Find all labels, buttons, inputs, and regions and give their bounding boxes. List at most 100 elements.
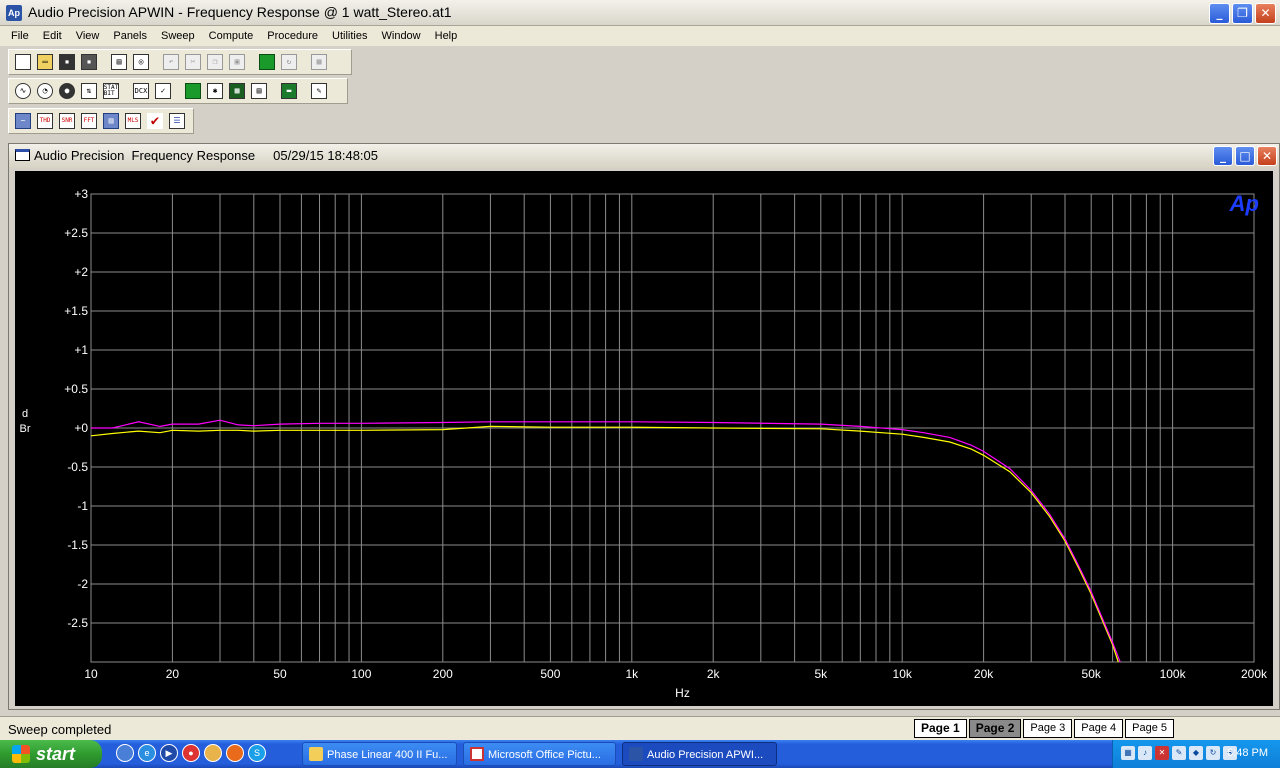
firefox-icon[interactable]: [226, 744, 244, 762]
menu-window[interactable]: Window: [375, 30, 428, 42]
outlook-icon[interactable]: [204, 744, 222, 762]
compute-button[interactable]: ✎: [309, 81, 329, 101]
internet-explorer-icon[interactable]: e: [138, 744, 156, 762]
y-tick-label: +0.5: [64, 382, 88, 396]
menu-help[interactable]: Help: [428, 30, 465, 42]
fft-button[interactable]: FFT: [79, 111, 99, 131]
new-button[interactable]: [13, 52, 33, 72]
copy-icon: ❐: [207, 54, 223, 70]
main-title-bar[interactable]: Ap Audio Precision APWIN - Frequency Res…: [0, 0, 1280, 26]
page-tab-4[interactable]: Page 4: [1074, 719, 1124, 738]
shield-icon[interactable]: ◆: [1189, 746, 1203, 760]
dsp-button[interactable]: ●: [57, 81, 77, 101]
save-button[interactable]: ▪: [57, 52, 77, 72]
copy-button[interactable]: ❐: [205, 52, 225, 72]
show-desktop-icon[interactable]: [116, 744, 134, 762]
start-button[interactable]: start: [0, 740, 102, 768]
graph-button[interactable]: ▩: [227, 81, 247, 101]
bargraph-button[interactable]: ▥: [101, 111, 121, 131]
task-audio-precision[interactable]: Audio Precision APWI...: [622, 742, 777, 766]
menu-compute[interactable]: Compute: [202, 30, 261, 42]
child-close-button[interactable]: ✕: [1257, 146, 1277, 166]
check-button[interactable]: ✔: [145, 111, 165, 131]
x-tick-label: 20: [166, 667, 180, 681]
data-table-button[interactable]: ▤: [249, 81, 269, 101]
page-tab-5[interactable]: Page 5: [1125, 719, 1175, 738]
frequency-response-graph[interactable]: +3 +2.5 +2 +1.5 +1 +0.5 +0 -0.5 -1 -1.5 -2 -2.5 10 20…: [15, 171, 1273, 706]
monitor-button[interactable]: [183, 81, 203, 101]
list-button[interactable]: ☰: [167, 111, 187, 131]
series-line-yellow: [91, 425, 1119, 663]
cut-button[interactable]: ✂: [183, 52, 203, 72]
dcx-button[interactable]: DCX: [131, 81, 151, 101]
generator-button[interactable]: ∿: [13, 81, 33, 101]
menu-edit[interactable]: Edit: [36, 30, 69, 42]
task-label: Microsoft Office Pictu...: [488, 749, 601, 761]
undo-button[interactable]: ↶: [161, 52, 181, 72]
sweep-button[interactable]: ✱: [205, 81, 225, 101]
menu-view[interactable]: View: [69, 30, 107, 42]
print-icon: ▤: [111, 54, 127, 70]
load-button[interactable]: ▬: [279, 81, 299, 101]
page-tab-1[interactable]: Page 1: [914, 719, 967, 738]
update-icon[interactable]: ↻: [1206, 746, 1220, 760]
page-tab-3[interactable]: Page 3: [1023, 719, 1073, 738]
sweep-icon: ✱: [207, 83, 223, 99]
security-alert-icon[interactable]: ✕: [1155, 746, 1169, 760]
child-minimize-button[interactable]: _: [1213, 146, 1233, 166]
task-phase-linear[interactable]: Phase Linear 400 II Fu...: [302, 742, 457, 766]
analyzer-icon: ◔: [37, 83, 53, 99]
status-message: Sweep completed: [8, 722, 112, 737]
open-button[interactable]: ▭: [35, 52, 55, 72]
snr-button[interactable]: SNR: [57, 111, 77, 131]
graph-page-button[interactable]: ~: [13, 111, 33, 131]
menu-panels[interactable]: Panels: [106, 30, 154, 42]
menu-utilities[interactable]: Utilities: [325, 30, 374, 42]
stat-bit-button[interactable]: STAT BIT: [101, 81, 121, 101]
panel-icon: ▦: [311, 54, 327, 70]
compute-icon: ✎: [311, 83, 327, 99]
save-icon: ▪: [59, 54, 75, 70]
y-tick-label: -2.5: [67, 616, 88, 630]
save-all-button[interactable]: ▪: [79, 52, 99, 72]
print-preview-button[interactable]: ◎: [131, 52, 151, 72]
paste-button[interactable]: ▣: [227, 52, 247, 72]
y-tick-label: +2: [74, 265, 88, 279]
start-label: start: [36, 744, 76, 764]
mls-button[interactable]: MLS: [123, 111, 143, 131]
menu-bar: File Edit View Panels Sweep Compute Proc…: [0, 26, 1280, 46]
pen-tool-icon[interactable]: ✎: [1172, 746, 1186, 760]
bar-button[interactable]: ✓: [153, 81, 173, 101]
stop-icon: ↻: [281, 54, 297, 70]
apwin-app-icon[interactable]: Ap: [6, 5, 22, 21]
load-icon: ▬: [281, 83, 297, 99]
print-button[interactable]: ▤: [109, 52, 129, 72]
close-button[interactable]: ✕: [1255, 3, 1276, 24]
thd-button[interactable]: THD: [35, 111, 55, 131]
task-office-picture[interactable]: Microsoft Office Pictu...: [463, 742, 616, 766]
media-player-icon[interactable]: ▶: [160, 744, 178, 762]
child-title-bar[interactable]: Audio Precision Frequency Response 05/29…: [9, 144, 1279, 168]
skype-icon[interactable]: S: [248, 744, 266, 762]
task-label: Phase Linear 400 II Fu...: [327, 749, 448, 761]
network-icon[interactable]: ▦: [1121, 746, 1135, 760]
restore-button[interactable]: ❐: [1232, 3, 1253, 24]
volume-icon[interactable]: ♪: [1138, 746, 1152, 760]
page-tab-2[interactable]: Page 2: [968, 719, 1022, 738]
panel-button[interactable]: ▦: [309, 52, 329, 72]
switcher-button[interactable]: ⇅: [79, 81, 99, 101]
menu-procedure[interactable]: Procedure: [260, 30, 325, 42]
stat-bit-icon: STAT BIT: [103, 83, 119, 99]
y-tick-label: +1.5: [64, 304, 88, 318]
minimize-button[interactable]: _: [1209, 3, 1230, 24]
snr-icon: SNR: [59, 113, 75, 129]
child-maximize-button[interactable]: □: [1235, 146, 1255, 166]
stop-button[interactable]: ↻: [279, 52, 299, 72]
x-tick-label: 1k: [625, 667, 639, 681]
analyzer-button[interactable]: ◔: [35, 81, 55, 101]
go-button[interactable]: [257, 52, 277, 72]
menu-file[interactable]: File: [4, 30, 36, 42]
menu-sweep[interactable]: Sweep: [154, 30, 202, 42]
y-tick-label: -2: [77, 577, 88, 591]
chrome-icon[interactable]: ●: [182, 744, 200, 762]
